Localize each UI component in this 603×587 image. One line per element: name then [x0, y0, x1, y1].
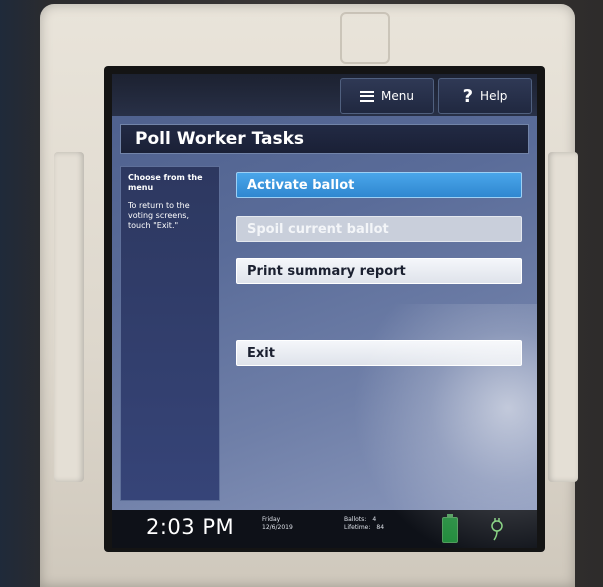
menu-button[interactable]: Menu	[340, 78, 434, 114]
ballots-count-label: Ballots:	[344, 516, 367, 523]
device-logo-emboss	[340, 12, 390, 64]
day-label: Friday	[262, 516, 281, 523]
ballot-counts: Ballots: 4 Lifetime: 84	[344, 516, 384, 532]
device-right-bracket	[548, 152, 578, 482]
date-display: Friday 12/6/2019	[262, 516, 293, 532]
menu-button-label: Menu	[381, 89, 414, 103]
status-bar: 2:03 PM Friday 12/6/2019 Ballots: 4 Life…	[112, 510, 537, 548]
ballots-count-value: 4	[372, 516, 377, 523]
lifetime-count-label: Lifetime:	[344, 524, 371, 531]
instructions-body: To return to the voting screens, touch "…	[128, 201, 190, 230]
battery-icon	[442, 514, 458, 543]
page-title: Poll Worker Tasks	[135, 129, 305, 149]
activate-ballot-button[interactable]: Activate ballot	[236, 172, 522, 198]
help-button[interactable]: ? Help	[438, 78, 532, 114]
clock-time: 2:03 PM	[146, 515, 235, 539]
top-bar: Menu ? Help	[112, 74, 537, 116]
device-left-bracket	[54, 152, 84, 482]
lifetime-count-value: 84	[376, 524, 385, 531]
spoil-current-ballot-button[interactable]: Spoil current ballot	[236, 216, 522, 242]
question-mark-icon: ?	[462, 85, 474, 107]
date-label: 12/6/2019	[262, 524, 293, 531]
page-title-bar: Poll Worker Tasks	[120, 124, 529, 154]
help-button-label: Help	[480, 89, 508, 103]
hamburger-icon	[360, 90, 375, 102]
power-plug-icon	[491, 518, 503, 541]
instructions-panel: Choose from the menu To return to the vo…	[120, 166, 220, 501]
instructions-heading: Choose from the menu	[128, 173, 203, 192]
exit-button[interactable]: Exit	[236, 340, 522, 366]
print-summary-report-button[interactable]: Print summary report	[236, 258, 522, 284]
touchscreen: Menu ? Help Poll Worker Tasks Choose fro…	[112, 74, 537, 548]
